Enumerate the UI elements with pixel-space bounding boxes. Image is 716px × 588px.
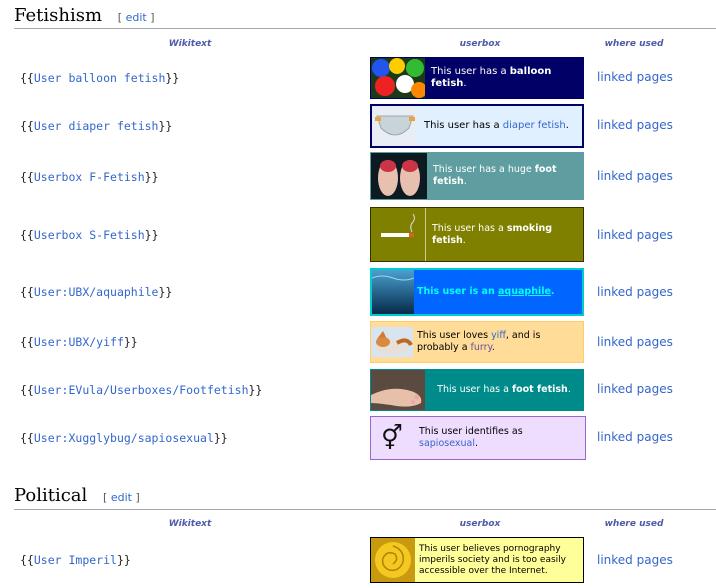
section-heading: Fetishism [ edit ] [14,5,155,26]
column-header-userbox: userbox [459,39,501,49]
linked-pages-link[interactable]: linked pages [597,118,673,132]
template-link[interactable]: User diaper fetish [34,119,159,133]
foot-icon [371,370,425,410]
linked-pages-link[interactable]: linked pages [597,228,673,242]
template-link[interactable]: User:UBX/yiff [34,335,124,349]
userbox: This user has a smoking fetish. [370,207,584,262]
section-title: Fetishism [14,5,103,26]
linked-pages-link[interactable]: linked pages [597,285,673,299]
table-row: {{User diaper fetish}} This user has a d… [0,104,716,148]
table-row: {{User:UBX/yiff}} This user loves yiff, … [0,321,716,363]
table-row: {{User:Xugglybug/sapiosexual}} ⚥ This us… [0,416,716,460]
wikitext-cell: {{Userbox F-Fetish}} [20,170,159,184]
section-divider [14,28,716,29]
userbox: This user has a diaper fetish. [370,104,584,148]
table-row: {{Userbox F-Fetish}} This user has a hug… [0,152,716,200]
table-row: {{Userbox S-Fetish}} This user has a smo… [0,207,716,262]
template-link[interactable]: Userbox S-Fetish [34,228,145,242]
userbox: This user is an aquaphile. [370,268,584,316]
section-divider [14,509,716,510]
edit-section-link: [ edit ] [103,491,140,504]
linked-pages-link[interactable]: linked pages [597,169,673,183]
userbox: This user has a foot fetish. [370,369,584,411]
template-link[interactable]: User balloon fetish [34,71,166,85]
table-row: {{User:UBX/aquaphile}} This user is an a… [0,268,716,316]
fox-icon [371,322,413,362]
wikitext-cell: {{User:UBX/yiff}} [20,335,138,349]
edit-link[interactable]: edit [126,11,147,24]
feet-icon [371,153,427,199]
linked-pages-link[interactable]: linked pages [597,430,673,444]
table-row: {{User balloon fetish}} This user has a … [0,57,716,99]
template-link[interactable]: User:EVula/Userboxes/Footfetish [34,383,249,397]
linked-pages-link[interactable]: linked pages [597,70,673,84]
section-heading: Political [ edit ] [14,485,140,506]
section-political: Political [ edit ] Wikitext userbox wher… [0,480,716,530]
edit-link[interactable]: edit [111,491,132,504]
wikitext-cell: {{Userbox S-Fetish}} [20,228,159,242]
edit-section-link: [ edit ] [117,11,155,24]
wikitext-cell: {{User Imperil}} [20,553,131,567]
userbox-link[interactable]: sapiosexual [419,438,475,449]
template-link[interactable]: User Imperil [34,553,117,567]
rose-icon [371,538,415,582]
userbox-link[interactable]: yiff [491,330,506,341]
wikitext-cell: {{User:EVula/Userboxes/Footfetish}} [20,383,263,397]
column-header-wikitext: Wikitext [168,39,212,49]
table-row: {{User:EVula/Userboxes/Footfetish}} This… [0,369,716,411]
userbox-link[interactable]: furry [471,342,492,353]
table-row: {{User Imperil}} This user believes porn… [0,537,716,583]
userbox: This user has a balloon fetish. [370,57,584,99]
section-title: Political [14,485,88,506]
userbox: This user loves yiff, and is probably a … [370,321,584,363]
water-icon [372,270,414,314]
template-link[interactable]: User:UBX/aquaphile [34,285,159,299]
userbox: ⚥ This user identifies as sapiosexual. [370,416,586,460]
diaper-icon [372,106,418,146]
userbox-link[interactable]: aquaphile [498,286,551,297]
column-header-userbox: userbox [459,519,501,529]
balloons-icon [371,58,425,98]
template-link[interactable]: Userbox F-Fetish [34,170,145,184]
wikitext-cell: {{User balloon fetish}} [20,71,180,85]
column-header-where-used: where used [604,519,664,529]
userbox-link[interactable]: diaper fetish [503,120,566,131]
linked-pages-link[interactable]: linked pages [597,382,673,396]
userbox: This user has a huge foot fetish. [370,152,584,200]
userbox: This user believes pornography imperils … [370,537,584,583]
template-link[interactable]: User:Xugglybug/sapiosexual [34,431,214,445]
column-header-wikitext: Wikitext [168,519,212,529]
linked-pages-link[interactable]: linked pages [597,553,673,567]
wikitext-cell: {{User:UBX/aquaphile}} [20,285,173,299]
wikitext-cell: {{User diaper fetish}} [20,119,173,133]
column-header-where-used: where used [604,39,664,49]
gender-symbol-icon: ⚥ [381,424,403,452]
wikitext-cell: {{User:Xugglybug/sapiosexual}} [20,431,228,445]
cigarette-icon [371,208,426,261]
linked-pages-link[interactable]: linked pages [597,335,673,349]
